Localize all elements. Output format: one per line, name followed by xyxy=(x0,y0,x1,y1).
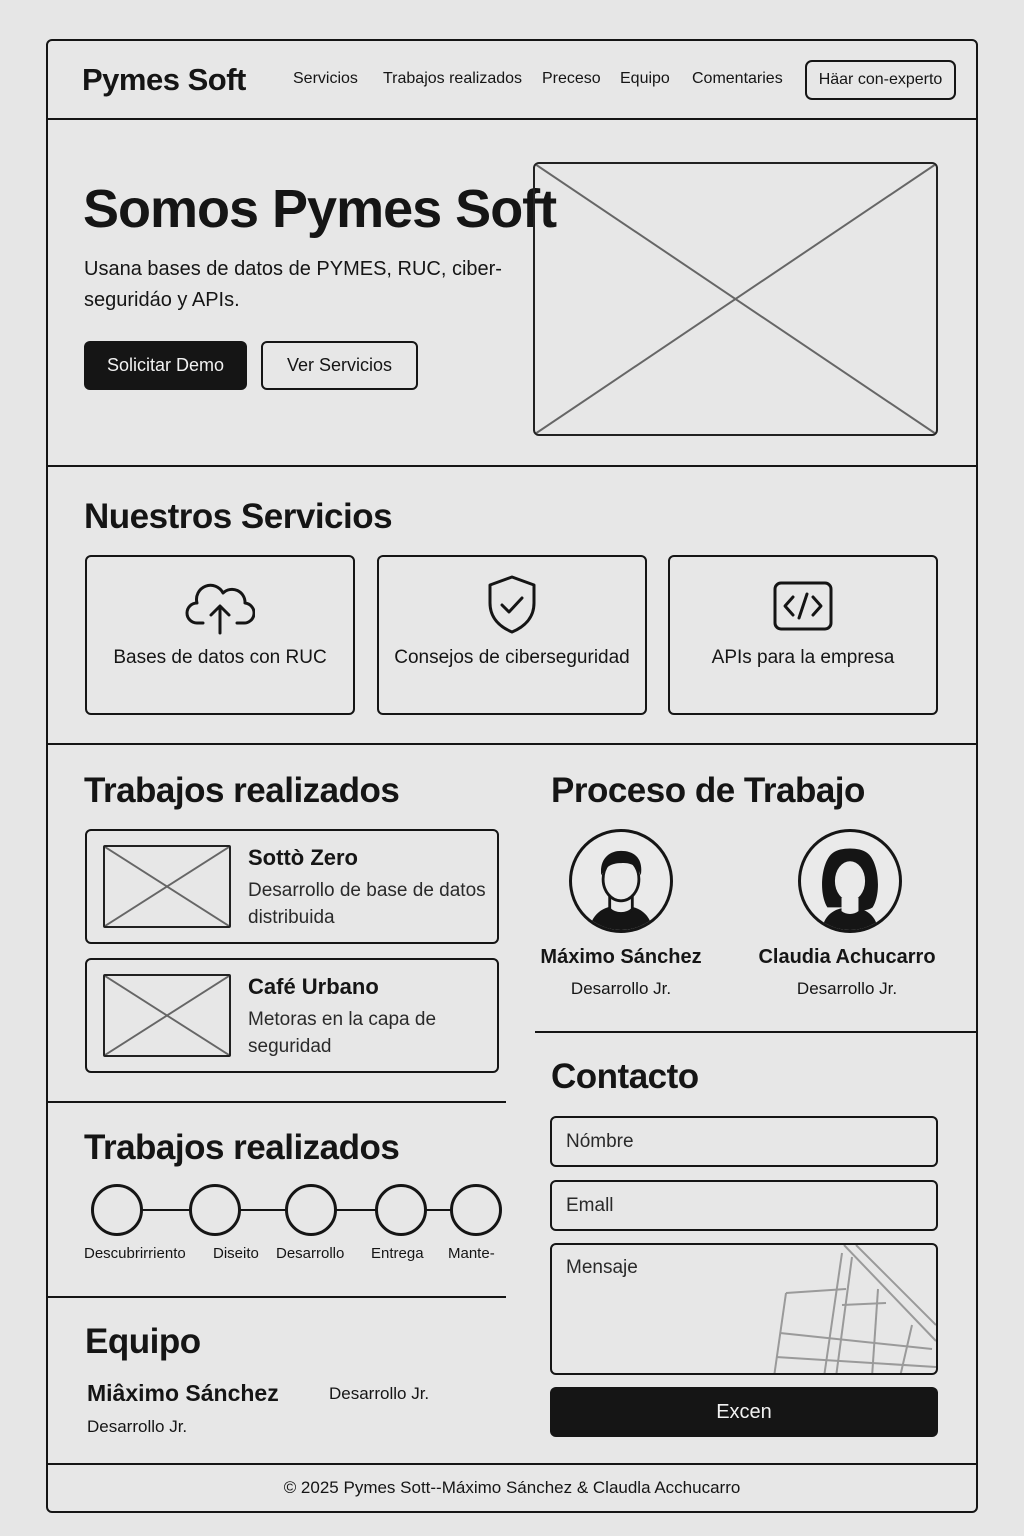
timeline-step-label: Desarrollo xyxy=(276,1245,345,1262)
brand-logo[interactable]: Pymes Soft xyxy=(82,62,246,98)
hero-divider xyxy=(46,465,978,467)
process-divider xyxy=(535,1031,978,1033)
team-member-name: Miâximo Sánchez xyxy=(87,1380,279,1406)
team-title: Equipo xyxy=(85,1322,201,1361)
timeline-step[interactable] xyxy=(285,1184,337,1236)
service-label: Bases de datos con RUC xyxy=(113,647,327,668)
nav-comentarios[interactable]: Comentaries xyxy=(692,70,783,88)
work-description: Metoras en la capa de seguridad xyxy=(248,1009,437,1057)
team-member-role: Desarrollo Jr. xyxy=(329,1384,430,1403)
service-card-apis[interactable]: APIs para la empresa xyxy=(668,555,938,715)
works-divider xyxy=(46,1101,506,1103)
name-field[interactable]: Nómbre xyxy=(550,1116,938,1167)
timeline-connector xyxy=(142,1209,190,1211)
process-title: Proceso de Trabajo xyxy=(551,771,865,810)
services-divider xyxy=(46,743,978,745)
timeline-title: Trabajos realizados xyxy=(84,1128,400,1167)
code-icon xyxy=(773,581,833,631)
service-card-security[interactable]: Consejos de ciberseguridad xyxy=(377,555,647,715)
timeline-step[interactable] xyxy=(450,1184,502,1236)
image-placeholder-icon xyxy=(533,162,938,436)
process-person-name: Máximo Sánchez xyxy=(540,946,702,968)
nav-equipo[interactable]: Equipo xyxy=(620,70,670,88)
timeline-step[interactable] xyxy=(375,1184,427,1236)
hero-subtitle: Usana bases de datos de PYMES, RUC, cibe… xyxy=(84,258,502,311)
timeline-connector xyxy=(336,1209,376,1211)
male-avatar-icon xyxy=(569,829,673,933)
work-card-sotto-zero[interactable]: Sottò Zero Desarrollo de base de datos d… xyxy=(85,829,499,944)
work-card-cafe-urbano[interactable]: Café Urbano Metoras en la capa de seguri… xyxy=(85,958,499,1073)
message-placeholder: Mensaje xyxy=(566,1257,638,1278)
timeline-step-label: Diseito xyxy=(213,1245,259,1262)
talk-to-expert-button[interactable]: Häar con-experto xyxy=(805,60,956,100)
contact-title: Contacto xyxy=(551,1057,699,1096)
image-placeholder-icon xyxy=(103,845,231,928)
cloud-upload-icon xyxy=(185,583,255,635)
service-label: APIs para la empresa xyxy=(711,647,895,668)
timeline-step-label: Entrega xyxy=(371,1245,424,1262)
footer-divider xyxy=(46,1463,978,1465)
view-services-button[interactable]: Ver Servicios xyxy=(261,341,418,390)
service-label: Consejos de ciberseguridad xyxy=(394,647,630,668)
process-person-role: Desarrollo Jr. xyxy=(570,979,672,998)
timeline-connector xyxy=(240,1209,286,1211)
header-divider xyxy=(46,118,978,120)
timeline-divider xyxy=(46,1296,506,1298)
team-member-role: Desarrollo Jr. xyxy=(87,1417,188,1436)
timeline-step-label: Descubrirriento xyxy=(84,1245,186,1262)
nav-servicios[interactable]: Servicios xyxy=(293,70,358,88)
message-field[interactable]: Mensaje xyxy=(550,1243,938,1375)
hero-title: Somos Pymes Soft xyxy=(83,179,557,239)
map-icon xyxy=(773,1245,936,1373)
nav-trabajos[interactable]: Trabajos realizados xyxy=(383,70,522,88)
shield-check-icon xyxy=(488,575,536,634)
works-title: Trabajos realizados xyxy=(84,771,400,810)
nav-proceso[interactable]: Preceso xyxy=(542,70,601,88)
service-card-databases[interactable]: Bases de datos con RUC xyxy=(85,555,355,715)
timeline-step[interactable] xyxy=(189,1184,241,1236)
email-field[interactable]: Emall xyxy=(550,1180,938,1231)
services-title: Nuestros Servicios xyxy=(84,497,393,536)
image-placeholder-icon xyxy=(103,974,231,1057)
work-description: Desarrollo de base de datos distribuida xyxy=(248,880,486,928)
timeline-connector xyxy=(426,1209,451,1211)
submit-button[interactable]: Excen xyxy=(550,1387,938,1437)
work-title: Sottò Zero xyxy=(248,845,358,870)
process-person-name: Claudia Achucarro xyxy=(758,946,936,968)
timeline-step[interactable] xyxy=(91,1184,143,1236)
request-demo-button[interactable]: Solicitar Demo xyxy=(84,341,247,390)
female-avatar-icon xyxy=(798,829,902,933)
timeline-step-label: Mante- xyxy=(448,1245,495,1262)
footer-copyright: © 2025 Pymes Sott--Máximo Sánchez & Clau… xyxy=(283,1478,741,1497)
work-title: Café Urbano xyxy=(248,974,379,999)
process-person-role: Desarrollo Jr. xyxy=(796,979,898,998)
